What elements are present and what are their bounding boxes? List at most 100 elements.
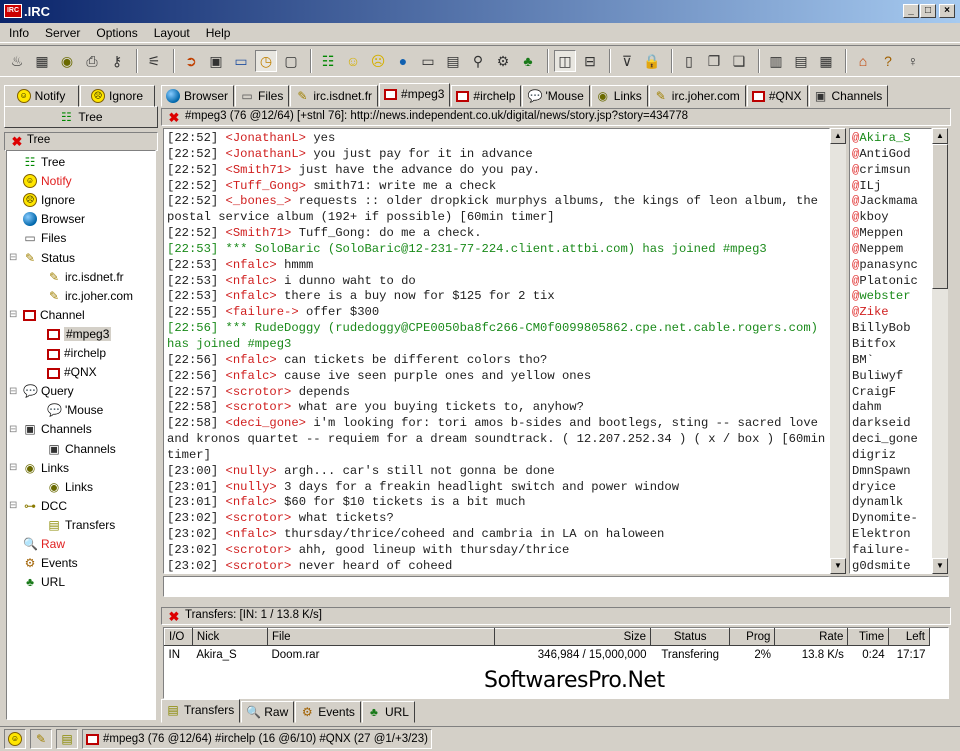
column-header-size[interactable]: Size [494, 628, 651, 646]
tab-qnx[interactable]: #QNX [746, 85, 808, 107]
tree-item-ircisdnetfr[interactable]: ✎ irc.isdnet.fr [47, 268, 124, 286]
tab-links[interactable]: ◉ Links [590, 85, 648, 107]
nick-item[interactable]: darkseid [852, 416, 929, 432]
collapse-icon[interactable]: ⊟ [9, 500, 17, 511]
nick-item[interactable]: failure- [852, 543, 929, 559]
column-header-file[interactable]: File [266, 628, 496, 646]
tile-vertical-button[interactable]: ◫ [554, 50, 576, 72]
window2-button[interactable]: ❐ [703, 50, 725, 72]
tab-mouse[interactable]: 💬 'Mouse [522, 85, 590, 107]
portrait-button[interactable]: ▣ [205, 50, 227, 72]
close-window-icon[interactable]: ✖ [166, 110, 182, 125]
tree-item-channel[interactable]: ⊟ Channel [9, 306, 85, 324]
nick-item[interactable]: @kboy [852, 210, 929, 226]
tree-item-raw[interactable]: 🔍 Raw [23, 535, 65, 553]
column-header-prog[interactable]: Prog [729, 628, 776, 646]
tab-notify[interactable]: ☺ Notify [4, 85, 79, 107]
tab-mpeg3[interactable]: #mpeg3 [379, 83, 451, 107]
tree-item-transfers[interactable]: ▤ Transfers [47, 516, 115, 534]
nick-item[interactable]: dynamlk [852, 495, 929, 511]
menu-help[interactable]: Help [197, 23, 238, 40]
nick-item[interactable]: Buliwyf [852, 369, 929, 385]
statusbar-transfers-button[interactable]: ▤ [56, 728, 78, 749]
nick-item[interactable]: CraigF [852, 385, 929, 401]
nick-item[interactable]: digriz [852, 448, 929, 464]
scroll-down-icon[interactable]: ▼ [830, 558, 846, 574]
id-card-button[interactable]: ▦ [31, 50, 53, 72]
sad-smiley-button[interactable]: ☹ [367, 50, 389, 72]
tree-item-mpeg3[interactable]: #mpeg3 [47, 325, 112, 343]
menu-server[interactable]: Server [36, 23, 87, 40]
eye-button[interactable]: ◉ [56, 50, 78, 72]
tree-item-status[interactable]: ⊟ ✎ Status [9, 249, 75, 267]
collapse-icon[interactable]: ⊟ [9, 252, 17, 263]
cassette-button[interactable]: ▭ [230, 50, 252, 72]
tree-item-links[interactable]: ⊟ ◉ Links [9, 459, 69, 477]
url-button[interactable]: ♣ [517, 50, 539, 72]
tab-irchelp[interactable]: #irchelp [451, 85, 522, 107]
gear-button[interactable]: ⚙ [492, 50, 514, 72]
scroll-thumb[interactable] [932, 144, 948, 289]
menu-layout[interactable]: Layout [145, 23, 197, 40]
globe-button[interactable]: ● [392, 50, 414, 72]
tab-ircjohercom[interactable]: ✎ irc.joher.com [648, 85, 746, 107]
collapse-icon[interactable]: ⊟ [9, 386, 17, 397]
nick-item[interactable]: @AntiGod [852, 147, 929, 163]
collapse-icon[interactable]: ⊟ [9, 309, 17, 320]
key-button[interactable]: ⚷ [106, 50, 128, 72]
dcc-button[interactable]: ▤ [442, 50, 464, 72]
collapse-icon[interactable]: ⊟ [9, 424, 17, 435]
nick-item[interactable]: g0dsmite [852, 559, 929, 573]
collapse-icon[interactable]: ⊟ [9, 462, 17, 473]
nick-item[interactable]: BillyBob [852, 321, 929, 337]
tab-ignore[interactable]: ☹ Ignore [80, 85, 155, 107]
nick-item[interactable]: @webster [852, 289, 929, 305]
column-header-left[interactable]: Left [888, 628, 930, 646]
home-button[interactable]: ⌂ [852, 50, 874, 72]
tree-item-notify[interactable]: ☺ Notify [23, 172, 72, 190]
scroll-down-icon[interactable]: ▼ [932, 558, 948, 574]
nick-item[interactable]: @panasync [852, 258, 929, 274]
tab-events[interactable]: ⚙ Events [295, 701, 361, 723]
tree-item-channels[interactable]: ▣ Channels [47, 440, 115, 458]
tree-item-url[interactable]: ♣ URL [23, 573, 65, 591]
tree-item-mouse[interactable]: 💬 'Mouse [47, 401, 103, 419]
minimize-button[interactable]: _ [903, 4, 919, 18]
nick-item[interactable]: DmnSpawn [852, 464, 929, 480]
bag-button[interactable]: ▢ [280, 50, 302, 72]
tab-channels[interactable]: ▣ Channels [808, 85, 889, 107]
table-row[interactable]: IN Akira_S Doom.rar 346,984 / 15,000,000 Tra… [165, 646, 930, 664]
exit-button[interactable]: ➲ [180, 50, 202, 72]
tree-tab[interactable]: ☷ Tree [4, 106, 158, 128]
scroll-up-icon[interactable]: ▲ [830, 128, 846, 144]
nick-item[interactable]: @Zike [852, 305, 929, 321]
nick-item[interactable]: @Meppen [852, 226, 929, 242]
column-header-status[interactable]: Status [649, 628, 731, 646]
tree-item-irchelp[interactable]: #irchelp [47, 344, 106, 362]
tree-item-qnx[interactable]: #QNX [47, 363, 97, 381]
close-transfers-icon[interactable]: ✖ [166, 609, 182, 624]
maximize-button[interactable]: □ [920, 4, 936, 18]
window3-button[interactable]: ❏ [728, 50, 750, 72]
tab-transfers[interactable]: ▤ Transfers [161, 699, 241, 723]
scroll-up-icon[interactable]: ▲ [932, 128, 948, 144]
column-header-nick[interactable]: Nick [191, 628, 268, 646]
nick-item[interactable]: @Platonic [852, 274, 929, 290]
message-input[interactable] [163, 576, 949, 597]
nick-item[interactable]: BM` [852, 353, 929, 369]
nick-item[interactable]: @ILj [852, 179, 929, 195]
nick-item[interactable]: @Jackmama [852, 194, 929, 210]
magnifier-button[interactable]: ⚲ [467, 50, 489, 72]
layout1-button[interactable]: ▥ [765, 50, 787, 72]
tab-raw[interactable]: 🔍 Raw [241, 701, 295, 723]
tree-item-browser[interactable]: Browser [23, 210, 85, 228]
tree-item-files[interactable]: ▭ Files [23, 229, 66, 247]
column-header-io[interactable]: I/O [164, 628, 193, 646]
column-header-rate[interactable]: Rate [774, 628, 849, 646]
nick-item[interactable]: Dynomite- [852, 511, 929, 527]
statusbar-status-button[interactable]: ✎ [30, 728, 52, 749]
tree-button[interactable]: ☷ [317, 50, 339, 72]
tab-url[interactable]: ♣ URL [361, 701, 415, 723]
tab-files[interactable]: ▭ Files [235, 85, 290, 107]
tree-item-links[interactable]: ◉ Links [47, 478, 93, 496]
